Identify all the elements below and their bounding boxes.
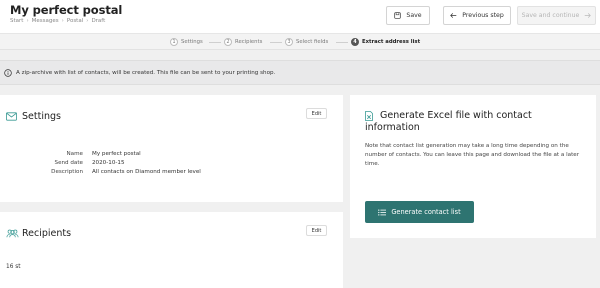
- field-row-send-date: Send date 2020-10-15: [36, 159, 201, 168]
- step-extract-address-list[interactable]: 4 Extract address list: [351, 38, 420, 46]
- step-divider: [270, 42, 282, 43]
- generate-excel-card: Generate Excel file with contact informa…: [350, 95, 596, 238]
- save-and-continue-label: Save and continue: [521, 12, 580, 19]
- breadcrumb-start[interactable]: Start: [10, 18, 23, 24]
- arrow-right-icon: [585, 13, 592, 18]
- field-label: Send date: [54, 160, 83, 166]
- recipient-count: 16 st: [6, 264, 21, 270]
- step-progress: 1 Settings 2 Recipients 3 Select fields …: [0, 33, 600, 50]
- generate-title-line1: Generate Excel file with contact: [380, 110, 532, 121]
- save-icon: [394, 12, 402, 19]
- step-label: Recipients: [235, 39, 263, 45]
- generate-note: Note that contact list generation may ta…: [365, 143, 580, 167]
- previous-step-button[interactable]: Previous step: [443, 6, 511, 25]
- step-number: 1: [170, 38, 178, 46]
- generate-button-label: Generate contact list: [391, 208, 461, 216]
- users-icon: [6, 229, 19, 238]
- settings-title: Settings: [22, 111, 61, 122]
- save-button[interactable]: Save: [386, 6, 430, 25]
- envelope-icon: [6, 112, 17, 121]
- settings-edit-button[interactable]: Edit: [306, 108, 327, 119]
- field-value: 2020-10-15: [92, 160, 125, 166]
- step-select-fields[interactable]: 3 Select fields: [285, 38, 328, 46]
- step-number: 4: [351, 38, 359, 46]
- step-number: 3: [285, 38, 293, 46]
- info-icon: [4, 68, 12, 77]
- step-divider: [209, 42, 221, 43]
- settings-fields: Name My perfect postal Send date 2020-10…: [36, 150, 201, 177]
- settings-card: Settings Edit Name My perfect postal Sen…: [0, 95, 343, 202]
- step-label: Settings: [181, 39, 203, 45]
- save-and-continue-button[interactable]: Save and continue: [517, 6, 596, 25]
- previous-step-label: Previous step: [462, 12, 504, 19]
- step-label: Select fields: [296, 39, 329, 45]
- info-banner: A zip-archive with list of contacts, wil…: [0, 60, 600, 85]
- step-number: 2: [224, 38, 232, 46]
- field-label: Description: [51, 169, 83, 175]
- field-value: All contacts on Diamond member level: [92, 169, 201, 175]
- page-header: My perfect postal Start › Messages › Pos…: [0, 0, 600, 33]
- arrow-left-icon: [450, 13, 457, 18]
- step-label: Extract address list: [362, 39, 421, 45]
- breadcrumb-separator: ›: [26, 18, 29, 24]
- recipients-card: Recipients Edit 16 st: [0, 212, 343, 288]
- save-button-label: Save: [406, 12, 422, 19]
- field-value: My perfect postal: [92, 151, 141, 157]
- breadcrumb-separator: ›: [86, 18, 89, 24]
- breadcrumb-draft: Draft: [91, 18, 106, 24]
- generate-contact-list-button[interactable]: Generate contact list: [365, 201, 474, 223]
- field-row-description: Description All contacts on Diamond memb…: [36, 168, 201, 177]
- recipients-edit-button[interactable]: Edit: [306, 225, 327, 236]
- info-banner-text: A zip-archive with list of contacts, wil…: [16, 69, 276, 76]
- recipients-title: Recipients: [22, 228, 72, 239]
- step-divider: [336, 42, 348, 43]
- field-row-name: Name My perfect postal: [36, 150, 201, 159]
- page-title: My perfect postal: [10, 3, 123, 17]
- generate-title: Generate Excel file with contact informa…: [365, 110, 565, 134]
- step-settings[interactable]: 1 Settings: [170, 38, 203, 46]
- breadcrumb-postal[interactable]: Postal: [67, 18, 83, 24]
- list-icon: [378, 208, 387, 216]
- field-label: Name: [66, 151, 83, 157]
- generate-title-line2: information: [365, 122, 420, 133]
- breadcrumb-separator: ›: [61, 18, 64, 24]
- breadcrumb: Start › Messages › Postal › Draft: [10, 18, 105, 24]
- breadcrumb-messages[interactable]: Messages: [32, 18, 59, 24]
- step-recipients[interactable]: 2 Recipients: [224, 38, 262, 46]
